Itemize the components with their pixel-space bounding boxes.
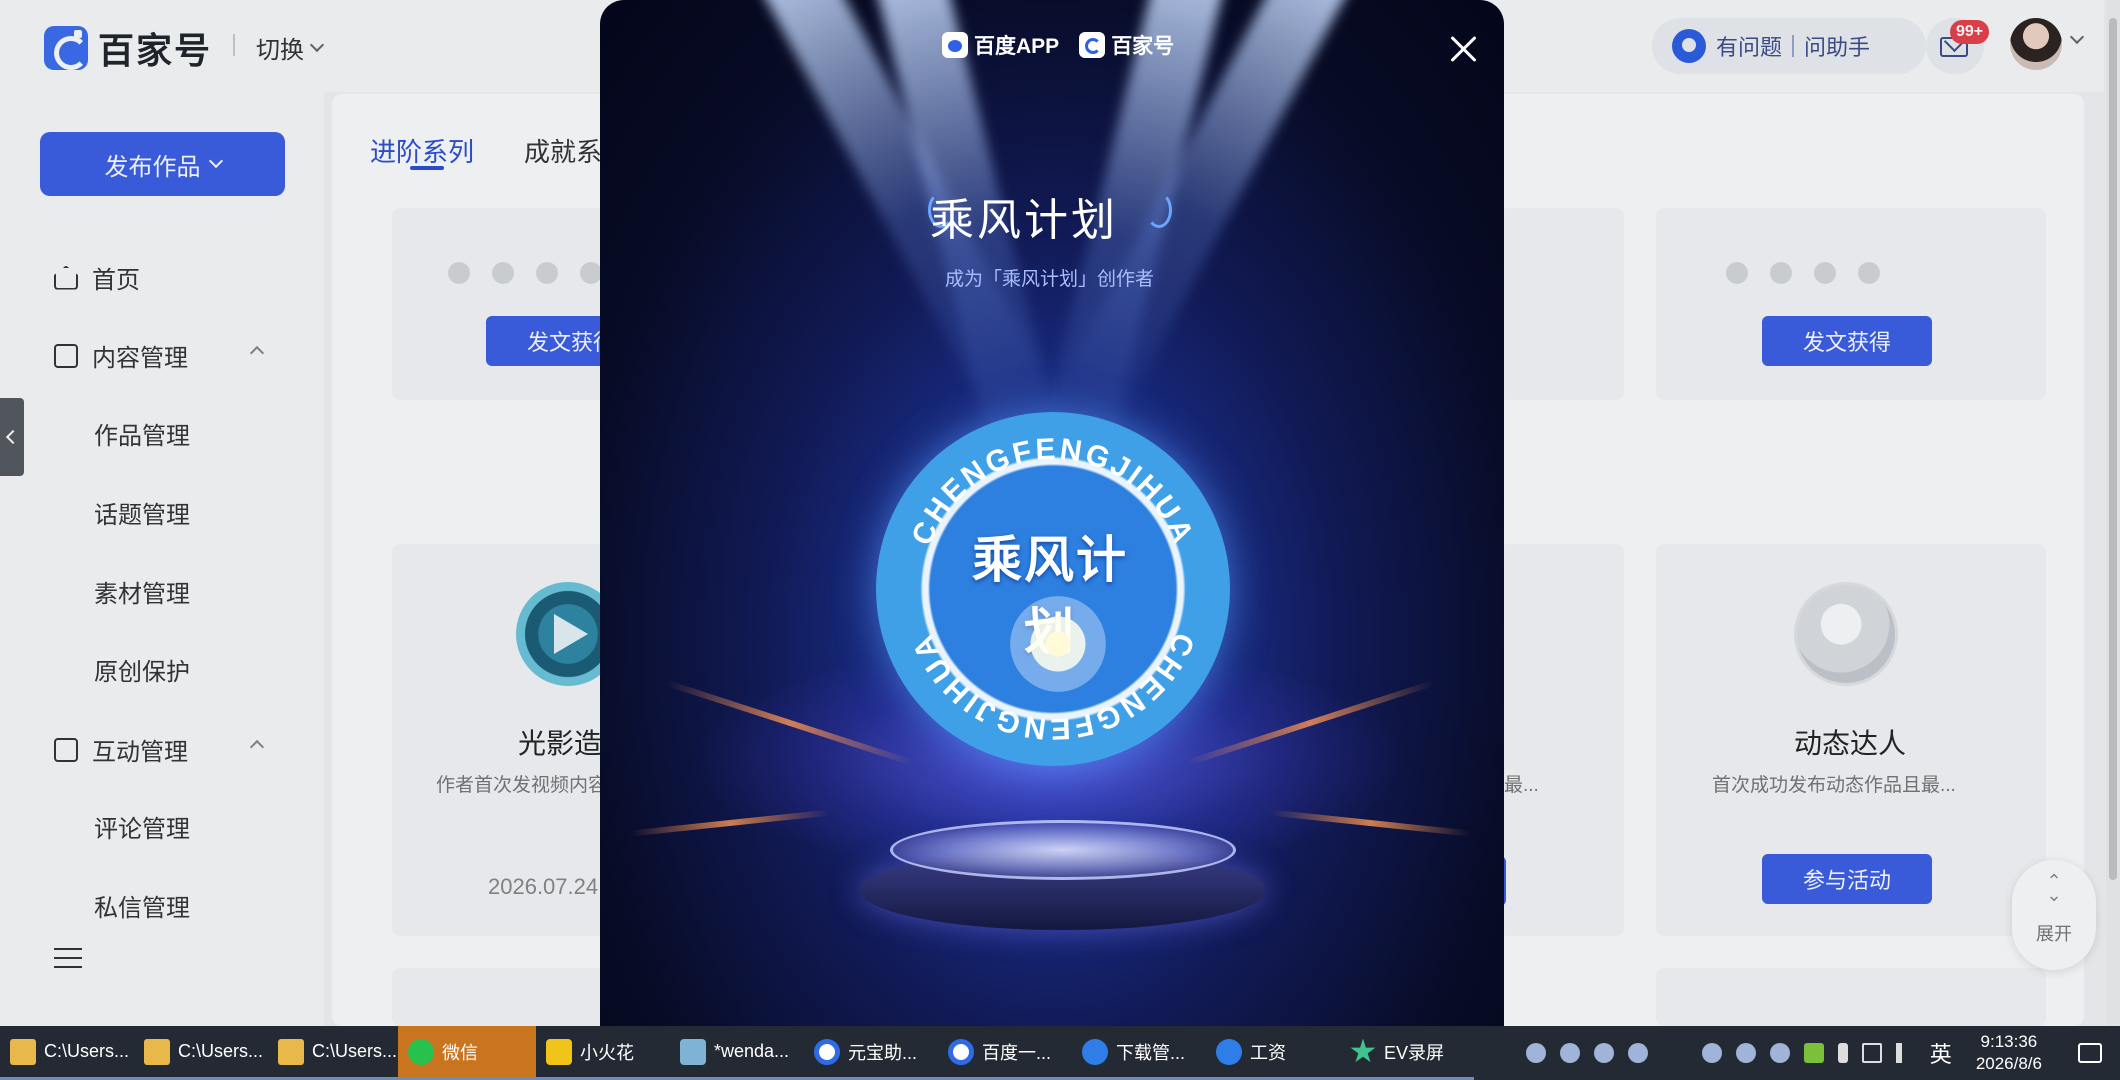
q-icon (948, 1038, 974, 1065)
folder-icon (278, 1038, 304, 1065)
taskbar-item-label: 微信 (442, 1042, 478, 1063)
taskbar-item-label: 元宝助... (848, 1042, 918, 1063)
taskbar-item[interactable]: *wenda... (670, 1026, 804, 1080)
taskbar-item[interactable]: C:\Users... (268, 1026, 398, 1080)
network-icon[interactable] (1861, 1043, 1882, 1063)
tray-app-icon[interactable] (1559, 1043, 1580, 1063)
folder-icon (144, 1038, 170, 1065)
taskbar-item[interactable]: EV录屏 (1340, 1026, 1474, 1080)
notepad-icon (680, 1038, 706, 1065)
taskbar-item-label: 百度一... (982, 1042, 1052, 1063)
taskbar-item-label: EV录屏 (1384, 1042, 1445, 1063)
clock-date: 2026/8/6 (1975, 1054, 2042, 1073)
laurel-right-icon (1146, 192, 1172, 228)
brand-label: 百度APP (974, 35, 1060, 58)
baidu-paw-icon (942, 32, 968, 58)
clock[interactable]: 9:13:36 2026/8/6 (1976, 1031, 2042, 1075)
modal-subtitle: 成为「乘风计划」创作者 (945, 269, 1155, 290)
clock-time: 9:13:36 (1980, 1032, 2038, 1051)
q-icon (814, 1038, 840, 1065)
windows-taskbar: C:\Users... C:\Users... C:\Users... 微信 小… (0, 1026, 2120, 1080)
nvidia-icon[interactable] (1803, 1043, 1824, 1063)
microphone-icon[interactable] (1837, 1043, 1848, 1063)
taskbar-item[interactable]: C:\Users... (134, 1026, 268, 1080)
tray-app-icon[interactable] (1735, 1043, 1756, 1063)
taskbar-item-label: 小火花 (580, 1042, 634, 1063)
tray-app-icon[interactable] (1593, 1043, 1614, 1063)
taskbar-item-label: C:\Users... (178, 1041, 264, 1061)
tray-app-icon[interactable] (1769, 1043, 1790, 1063)
folder-icon (10, 1038, 36, 1065)
taskbar-item[interactable]: 小火花 (536, 1026, 670, 1080)
modal-title: 乘风计划 (930, 196, 1118, 245)
taskbar-item-label: 下载管... (1116, 1042, 1186, 1063)
wechat-icon (408, 1038, 434, 1065)
tray-app-icon[interactable] (1701, 1043, 1722, 1063)
notification-icon[interactable] (2078, 1043, 2102, 1063)
volume-icon[interactable] (1895, 1043, 1916, 1063)
ev-icon (1350, 1038, 1376, 1063)
baidu-app-brand: 百度APP (942, 30, 1059, 60)
close-icon[interactable] (1448, 34, 1478, 64)
baijiahao-icon (1079, 32, 1106, 58)
s-icon (1216, 1038, 1242, 1065)
s-icon (1082, 1038, 1108, 1065)
input-method-indicator[interactable]: 英 (1930, 1037, 1952, 1069)
m-icon (546, 1038, 572, 1065)
taskbar-item[interactable]: 元宝助... (804, 1026, 938, 1080)
taskbar-item[interactable]: C:\Users... (0, 1026, 134, 1080)
system-tray: 英 9:13:36 2026/8/6 (1525, 1026, 2120, 1080)
brand-label: 百家号 (1111, 35, 1175, 58)
taskbar-item[interactable]: 下载管... (1072, 1026, 1206, 1080)
baijiahao-brand: 百家号 (1079, 30, 1174, 60)
taskbar-item-label: C:\Users... (312, 1041, 398, 1061)
taskbar-item-label: 工资 (1250, 1042, 1286, 1063)
modal-brand-row: 百度APP 百家号 (942, 30, 1174, 60)
pedestal-top (890, 820, 1236, 880)
taskbar-item[interactable]: 工资 (1206, 1026, 1340, 1080)
taskbar-item[interactable]: 百度一... (938, 1026, 1072, 1080)
taskbar-item-wechat[interactable]: 微信 (398, 1026, 536, 1080)
tray-app-icon[interactable] (1627, 1043, 1648, 1063)
taskbar-item-label: C:\Users... (44, 1041, 130, 1061)
dandelion-icon (1010, 596, 1106, 692)
tray-app-icon[interactable] (1525, 1043, 1546, 1063)
taskbar-item-label: *wenda... (714, 1041, 790, 1061)
